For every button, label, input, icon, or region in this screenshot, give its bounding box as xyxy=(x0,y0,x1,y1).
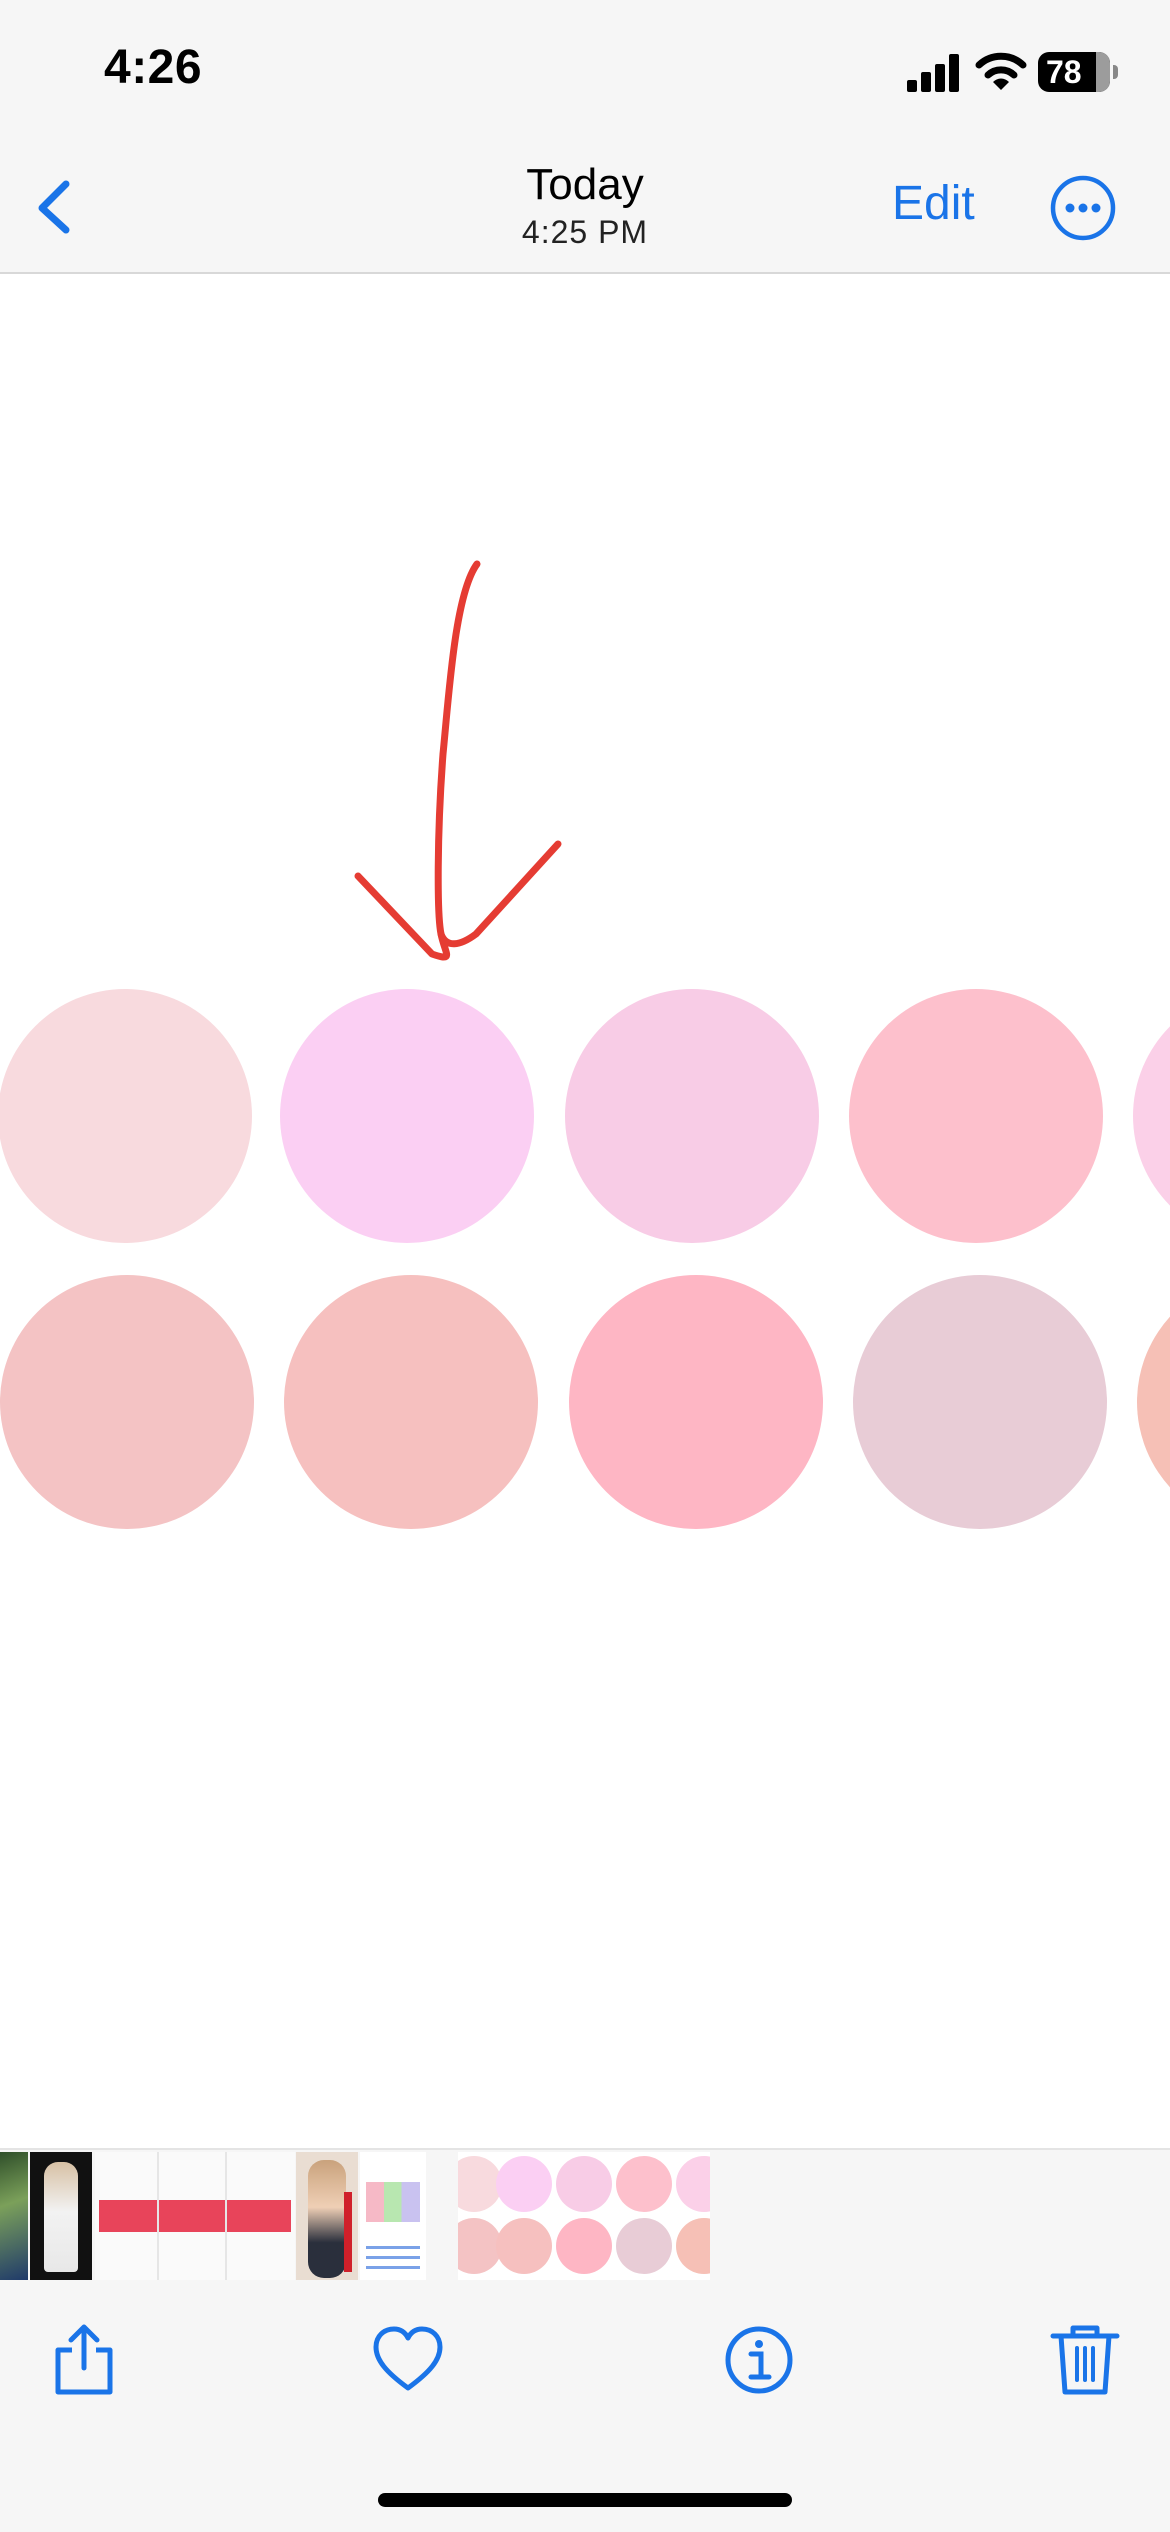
trash-icon[interactable] xyxy=(1045,2320,1125,2400)
nav-bar: Today 4:25 PM Edit xyxy=(0,150,1170,274)
edit-button[interactable]: Edit xyxy=(892,176,975,231)
status-bar: 4:26 78 xyxy=(0,0,1170,150)
thumbnail[interactable] xyxy=(296,2152,358,2280)
color-swatch xyxy=(0,989,252,1243)
home-indicator xyxy=(378,2493,792,2507)
thumbnail[interactable] xyxy=(360,2152,426,2280)
thumbnail[interactable] xyxy=(95,2152,295,2280)
color-swatch xyxy=(565,989,819,1243)
thumbnail[interactable] xyxy=(30,2152,92,2280)
wifi-icon xyxy=(975,52,1027,90)
color-swatch xyxy=(569,1275,823,1529)
photo-viewer[interactable] xyxy=(0,274,1170,2148)
color-swatch xyxy=(284,1275,538,1529)
more-options-icon[interactable] xyxy=(1050,175,1116,241)
color-swatch xyxy=(0,1275,254,1529)
color-swatch xyxy=(280,989,534,1243)
cellular-signal-icon xyxy=(907,54,959,92)
color-swatch xyxy=(849,989,1103,1243)
color-swatch xyxy=(853,1275,1107,1529)
info-icon[interactable] xyxy=(719,2320,799,2400)
color-swatch xyxy=(1137,1275,1170,1529)
red-arrow-annotation xyxy=(354,560,562,961)
heart-icon[interactable] xyxy=(368,2320,448,2400)
page-title: Today xyxy=(526,160,644,209)
battery-level: 78 xyxy=(1046,54,1082,90)
thumbnail[interactable] xyxy=(0,2152,28,2280)
page-subtitle-time: 4:25 PM xyxy=(521,214,649,250)
battery-icon: 78 xyxy=(1038,52,1118,92)
share-icon[interactable] xyxy=(44,2320,124,2400)
status-time: 4:26 xyxy=(104,41,203,94)
thumbnail-selected[interactable] xyxy=(458,2152,710,2280)
thumbnail-strip[interactable] xyxy=(0,2148,1170,2290)
